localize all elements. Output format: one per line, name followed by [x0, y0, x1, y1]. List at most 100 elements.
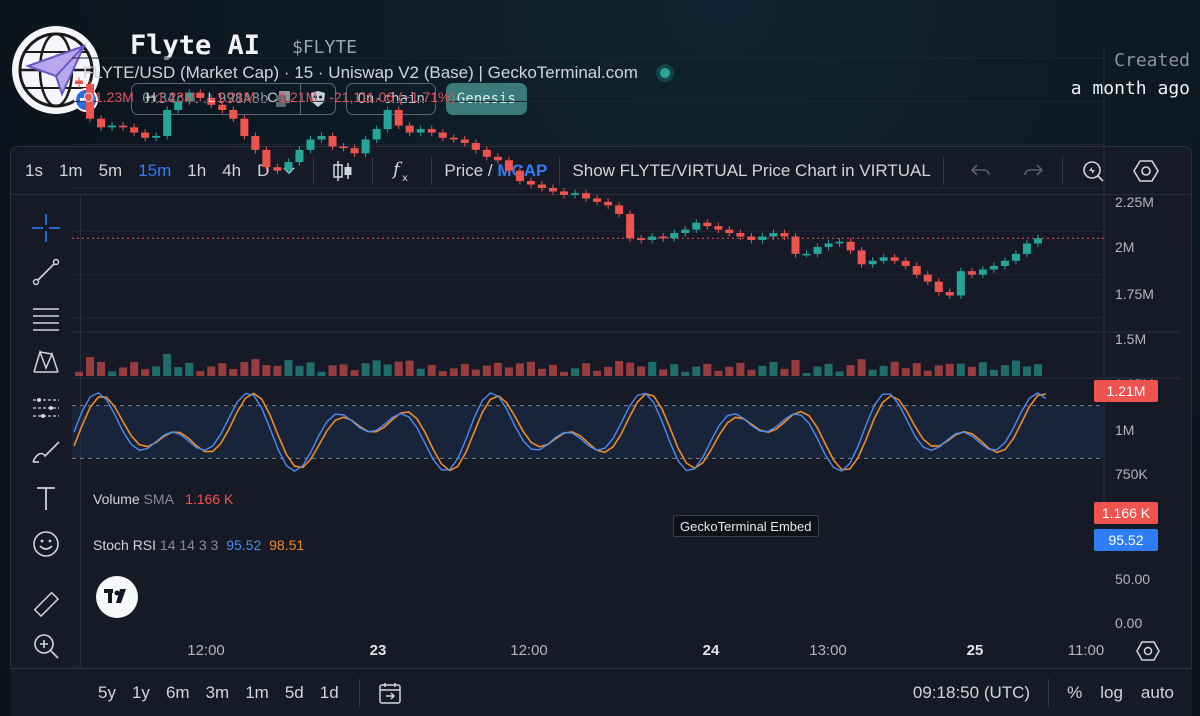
volume-bar [780, 368, 789, 376]
candle [526, 181, 535, 185]
volume-bar [185, 363, 194, 376]
candle [394, 110, 403, 126]
volume-bar [537, 368, 546, 376]
volume-bar [670, 364, 679, 376]
volume-bar [383, 364, 392, 376]
stoch-rsi-legend: Stoch RSI 14 14 3 3 95.52 98.51 [93, 537, 305, 553]
volume-bar [967, 366, 976, 376]
volume-bar [130, 362, 139, 376]
range-6m[interactable]: 6m [158, 683, 198, 703]
candle [769, 233, 778, 237]
volume-bar [86, 357, 95, 376]
volume-bar [824, 363, 833, 376]
candle [1033, 238, 1042, 244]
volume-bar [350, 370, 359, 376]
candle [306, 139, 315, 150]
candle [482, 149, 491, 157]
live-status-dot [659, 68, 670, 78]
candle [791, 236, 800, 254]
stoch-scale[interactable]: 50.00 0.00 [1106, 571, 1182, 631]
volume-bar [317, 371, 326, 376]
utc-clock[interactable]: 09:18:50 (UTC) [913, 683, 1030, 703]
volume-bar [1022, 366, 1031, 376]
goto-date-icon[interactable] [372, 681, 408, 705]
candle [416, 129, 425, 133]
candle [846, 241, 855, 251]
volume-bar [229, 369, 238, 376]
range-5d[interactable]: 5d [277, 683, 312, 703]
candle [604, 201, 613, 206]
candle [130, 127, 139, 133]
percent-toggle[interactable]: % [1067, 683, 1082, 703]
volume-bar [372, 360, 381, 376]
price-tick: 1M [1115, 422, 1135, 438]
range-3m[interactable]: 3m [198, 683, 238, 703]
volume-bar [879, 365, 888, 376]
ruler-icon[interactable] [31, 589, 61, 619]
volume-bar [725, 366, 734, 376]
volume-bar [152, 366, 161, 376]
candle [637, 238, 646, 240]
candle [571, 193, 580, 195]
timeframe-1s[interactable]: 1s [17, 161, 51, 181]
candle [493, 156, 502, 161]
prediction-icon[interactable] [31, 393, 61, 423]
volume-bar [736, 362, 745, 376]
volume-bar [923, 370, 932, 376]
candle [383, 110, 392, 130]
axis-settings-icon[interactable] [1136, 640, 1160, 667]
volume-bar [934, 365, 943, 376]
price-scale[interactable]: 2.25M 2M 1.75M 1.5M 1.25M 1M 750K [1106, 48, 1182, 518]
range-5y[interactable]: 5y [90, 683, 124, 703]
candle [868, 260, 877, 265]
candle [725, 229, 734, 234]
candle [548, 188, 557, 192]
time-tick: 12:00 [187, 642, 225, 659]
volume-bar [218, 363, 227, 376]
trendline-icon[interactable] [31, 257, 61, 287]
zoom-in-icon[interactable] [31, 631, 61, 661]
pattern-icon[interactable] [31, 347, 61, 377]
volume-bar [108, 371, 117, 376]
candle [626, 214, 635, 239]
volume-bar [659, 369, 668, 376]
log-toggle[interactable]: log [1100, 683, 1123, 703]
volume-bar [273, 365, 282, 376]
volume-bar [438, 371, 447, 376]
volume-bar [626, 362, 635, 376]
price-tick: 2M [1115, 239, 1135, 255]
volume-bar [956, 363, 965, 376]
volume-bar [857, 359, 866, 376]
candle [119, 125, 128, 128]
candle [328, 136, 337, 147]
candle [504, 160, 513, 171]
range-1m[interactable]: 1m [237, 683, 277, 703]
range-1y[interactable]: 1y [124, 683, 158, 703]
emoji-icon[interactable] [31, 529, 61, 559]
candle [1011, 253, 1020, 261]
volume-bar [163, 354, 172, 376]
range-1d[interactable]: 1d [312, 683, 347, 703]
brush-icon[interactable] [31, 437, 61, 467]
candle [97, 118, 106, 128]
volume-bar [75, 371, 84, 376]
volume-bar [1000, 365, 1009, 376]
candle [956, 271, 965, 296]
text-tool-icon[interactable] [31, 483, 61, 513]
volume-bar [835, 371, 844, 376]
volume-bar [813, 366, 822, 376]
candle [317, 136, 326, 140]
crosshair-icon[interactable] [31, 213, 61, 243]
candle [141, 132, 150, 138]
time-axis[interactable]: 12:00 23 12:00 24 13:00 25 11:00 [72, 636, 1106, 666]
candle [934, 281, 943, 292]
candle [747, 236, 756, 240]
price-tick: 1.75M [1115, 286, 1154, 302]
tradingview-logo[interactable] [96, 576, 138, 618]
fib-retracement-icon[interactable] [31, 303, 61, 333]
time-tick: 23 [369, 642, 387, 659]
volume-bar [394, 361, 403, 376]
price-chart[interactable] [72, 48, 1180, 518]
auto-toggle[interactable]: auto [1141, 683, 1174, 703]
volume-bar [1033, 364, 1042, 376]
